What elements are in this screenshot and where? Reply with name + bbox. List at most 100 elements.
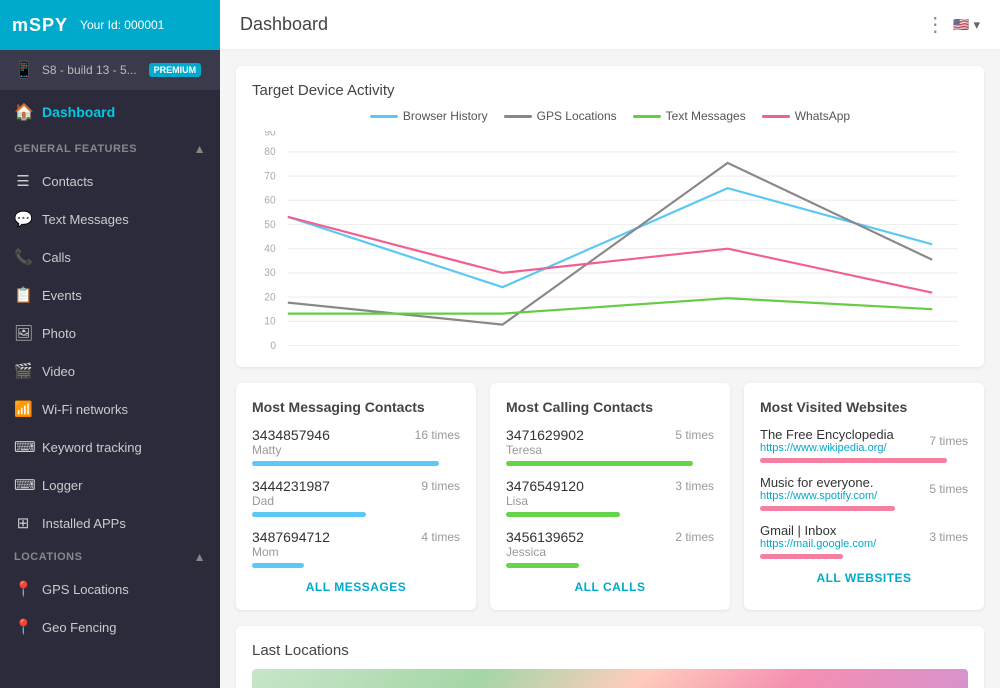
contact-number: 3471629902 bbox=[506, 427, 584, 443]
sidebar-item-calls[interactable]: 📞 Calls bbox=[0, 238, 220, 276]
premium-badge: PREMIUM bbox=[149, 63, 202, 77]
contact-number: 3476549120 bbox=[506, 478, 584, 494]
language-selector[interactable]: 🇺🇸 ▾ bbox=[953, 17, 980, 33]
chart-title: Target Device Activity bbox=[252, 82, 968, 99]
sidebar-item-events[interactable]: 📋 Events bbox=[0, 276, 220, 314]
logger-icon: ⌨ bbox=[14, 476, 32, 494]
sidebar-item-wifi[interactable]: 📶 Wi-Fi networks bbox=[0, 390, 220, 428]
sidebar-item-text-messages[interactable]: 💬 Text Messages bbox=[0, 200, 220, 238]
sidebar-item-installed-apps[interactable]: ⊞ Installed APPs bbox=[0, 504, 220, 542]
video-icon: 🎬 bbox=[14, 362, 32, 380]
sidebar-item-label: Keyword tracking bbox=[42, 440, 142, 455]
sidebar-item-label: Geo Fencing bbox=[42, 620, 116, 635]
sidebar-item-label: Installed APPs bbox=[42, 516, 126, 531]
contact-times: 4 times bbox=[421, 530, 460, 544]
nav-dashboard[interactable]: 🏠 Dashboard bbox=[0, 90, 220, 134]
messaging-card-title: Most Messaging Contacts bbox=[252, 399, 460, 415]
map-placeholder bbox=[252, 669, 968, 688]
website-meta-3: Gmail | Inbox https://mail.google.com/ 3… bbox=[760, 523, 968, 550]
website-bar bbox=[760, 506, 895, 511]
svg-text:70: 70 bbox=[264, 170, 275, 182]
calling-contact-meta-3: 3456139652 2 times bbox=[506, 529, 714, 545]
sidebar-header: mSPY Your Id: 000001 bbox=[0, 0, 220, 50]
sidebar-item-photo[interactable]: 🖼 Photo bbox=[0, 314, 220, 352]
sidebar-item-label: GPS Locations bbox=[42, 582, 129, 597]
calls-icon: 📞 bbox=[14, 248, 32, 266]
calling-contact-meta-1: 3471629902 5 times bbox=[506, 427, 714, 443]
all-calls-link[interactable]: ALL CALLS bbox=[506, 580, 714, 594]
contact-times: 16 times bbox=[415, 428, 460, 442]
last-locations-title: Last Locations bbox=[252, 642, 968, 659]
messaging-contact-3: 3487694712 4 times Mom bbox=[252, 529, 460, 568]
most-websites-card: Most Visited Websites The Free Encyclope… bbox=[744, 383, 984, 610]
sidebar-item-label: Contacts bbox=[42, 174, 93, 189]
legend-label: GPS Locations bbox=[537, 109, 617, 123]
calling-card-title: Most Calling Contacts bbox=[506, 399, 714, 415]
contact-times: 9 times bbox=[421, 479, 460, 493]
sidebar: mSPY Your Id: 000001 📱 S8 - build 13 - 5… bbox=[0, 0, 220, 688]
sidebar-item-label: Wi-Fi networks bbox=[42, 402, 128, 417]
line-chart-svg: 0 10 20 30 40 50 60 70 80 90 bbox=[252, 131, 968, 351]
website-times: 7 times bbox=[929, 434, 968, 448]
more-options-button[interactable]: ⋮ bbox=[925, 12, 945, 37]
chart-container: 0 10 20 30 40 50 60 70 80 90 bbox=[252, 131, 968, 351]
all-messages-link[interactable]: ALL MESSAGES bbox=[252, 580, 460, 594]
general-features-header: GENERAL FEATURES ▲ bbox=[0, 134, 220, 162]
contact-times: 3 times bbox=[675, 479, 714, 493]
website-bar bbox=[760, 458, 947, 463]
website-url[interactable]: https://www.spotify.com/ bbox=[760, 490, 877, 502]
sidebar-item-video[interactable]: 🎬 Video bbox=[0, 352, 220, 390]
sidebar-item-keyword-tracking[interactable]: ⌨ Keyword tracking bbox=[0, 428, 220, 466]
messaging-contact-meta-2: 3444231987 9 times bbox=[252, 478, 460, 494]
sidebar-item-geo[interactable]: 📍 Geo Fencing bbox=[0, 608, 220, 646]
apps-icon: ⊞ bbox=[14, 514, 32, 532]
photo-icon: 🖼 bbox=[14, 324, 32, 342]
activity-chart-card: Target Device Activity Browser History G… bbox=[236, 66, 984, 367]
contact-number: 3444231987 bbox=[252, 478, 330, 494]
gps-icon: 📍 bbox=[14, 580, 32, 598]
geo-icon: 📍 bbox=[14, 618, 32, 636]
website-url[interactable]: https://mail.google.com/ bbox=[760, 538, 876, 550]
website-bar bbox=[760, 554, 843, 559]
contact-bar bbox=[506, 563, 579, 568]
svg-text:80: 80 bbox=[264, 146, 275, 158]
messages-icon: 💬 bbox=[14, 210, 32, 228]
sidebar-item-label: Video bbox=[42, 364, 75, 379]
topbar-actions: ⋮ 🇺🇸 ▾ bbox=[925, 12, 980, 37]
device-row[interactable]: 📱 S8 - build 13 - 5... PREMIUM bbox=[0, 50, 220, 90]
messaging-contact-meta-3: 3487694712 4 times bbox=[252, 529, 460, 545]
sidebar-item-gps[interactable]: 📍 GPS Locations bbox=[0, 570, 220, 608]
website-times: 3 times bbox=[929, 530, 968, 544]
calling-contact-2: 3476549120 3 times Lisa bbox=[506, 478, 714, 517]
legend-text-messages: Text Messages bbox=[633, 109, 746, 123]
legend-label: Browser History bbox=[403, 109, 488, 123]
events-icon: 📋 bbox=[14, 286, 32, 304]
page-title: Dashboard bbox=[240, 14, 328, 35]
contact-bar bbox=[506, 512, 620, 517]
messaging-contact-2: 3444231987 9 times Dad bbox=[252, 478, 460, 517]
contact-name: Matty bbox=[252, 443, 460, 457]
contact-number: 3487694712 bbox=[252, 529, 330, 545]
user-id: Your Id: 000001 bbox=[80, 18, 164, 32]
legend-label: WhatsApp bbox=[795, 109, 850, 123]
website-url[interactable]: https://www.wikipedia.org/ bbox=[760, 442, 894, 454]
legend-color-browser bbox=[370, 115, 398, 118]
sidebar-item-contacts[interactable]: ☰ Contacts bbox=[0, 162, 220, 200]
device-name: S8 - build 13 - 5... bbox=[42, 63, 137, 77]
svg-text:90: 90 bbox=[264, 131, 275, 139]
topbar: Dashboard ⋮ 🇺🇸 ▾ bbox=[220, 0, 1000, 50]
sidebar-item-logger[interactable]: ⌨ Logger bbox=[0, 466, 220, 504]
svg-text:30: 30 bbox=[264, 267, 275, 279]
sidebar-item-label: Events bbox=[42, 288, 82, 303]
messaging-contact-1: 3434857946 16 times Matty bbox=[252, 427, 460, 466]
all-websites-link[interactable]: ALL WEBSITES bbox=[760, 571, 968, 585]
chevron-up-icon: ▲ bbox=[194, 142, 206, 156]
chevron-up-icon: ▲ bbox=[194, 550, 206, 564]
wifi-icon: 📶 bbox=[14, 400, 32, 418]
last-locations-card: Last Locations bbox=[236, 626, 984, 688]
contact-name: Teresa bbox=[506, 443, 714, 457]
sidebar-item-label: Photo bbox=[42, 326, 76, 341]
calling-contact-1: 3471629902 5 times Teresa bbox=[506, 427, 714, 466]
flag-icon: 🇺🇸 bbox=[953, 17, 969, 33]
website-meta-1: The Free Encyclopedia https://www.wikipe… bbox=[760, 427, 968, 454]
